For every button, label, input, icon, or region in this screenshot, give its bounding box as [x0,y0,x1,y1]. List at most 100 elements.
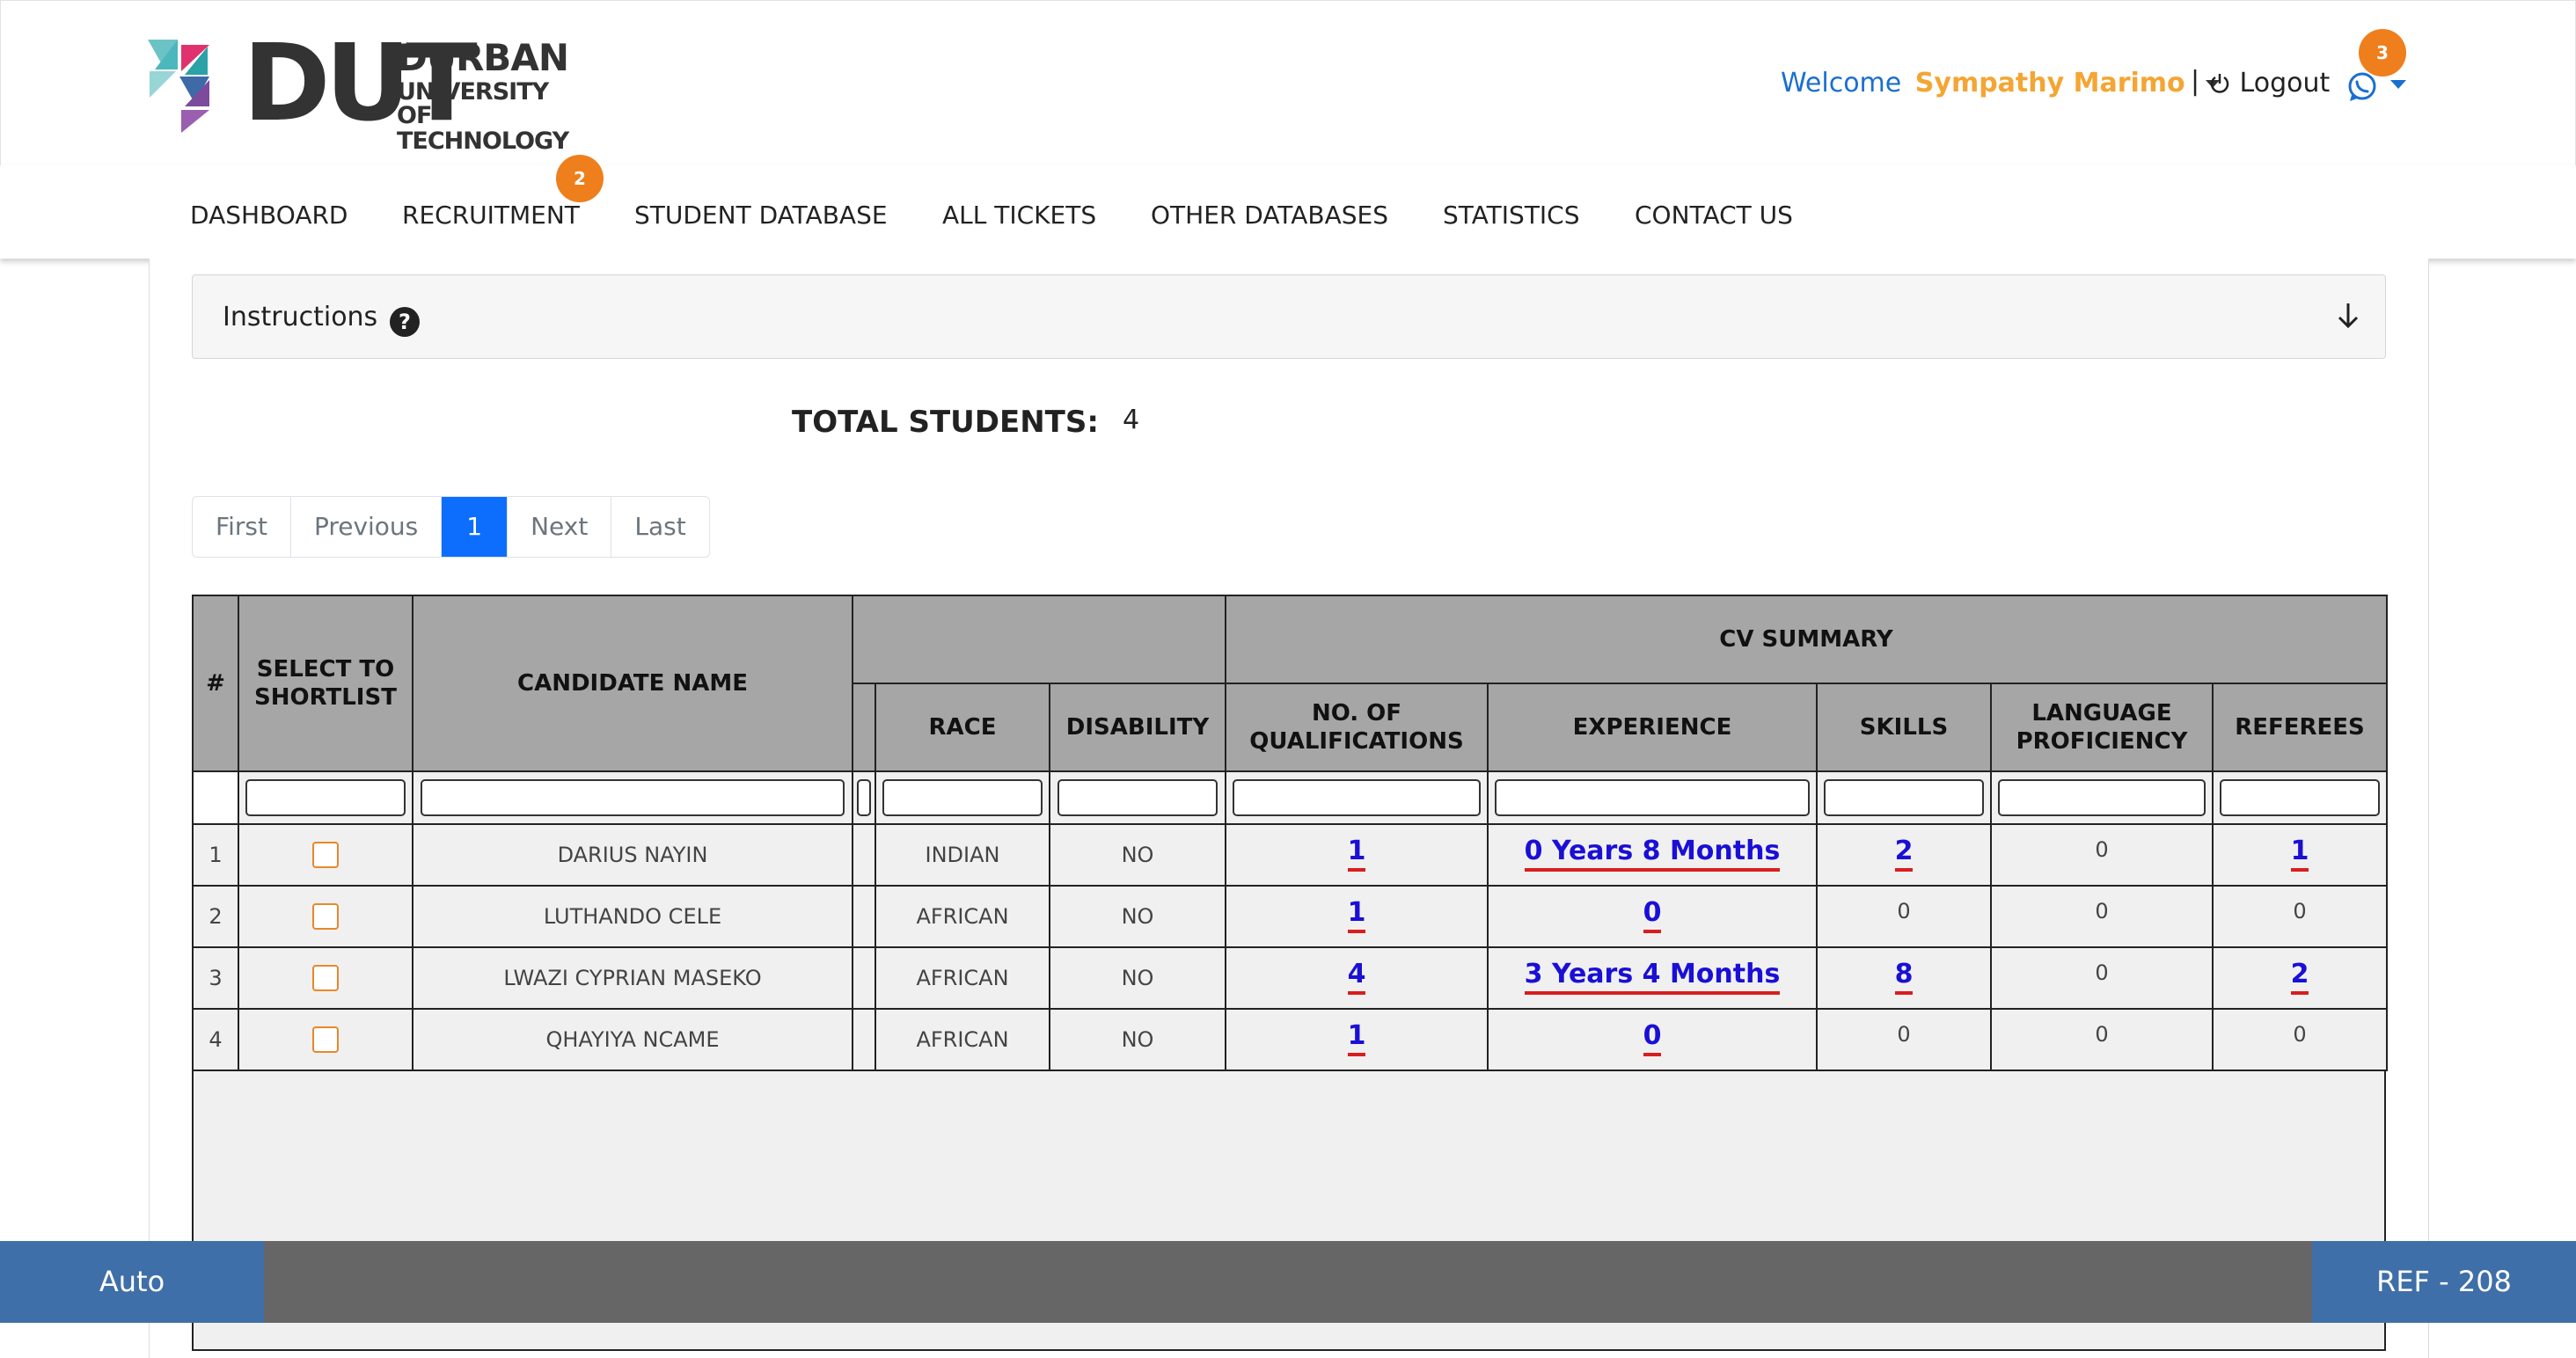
total-students-label: TOTAL STUDENTS: [792,405,1099,440]
table-row: 3 LWAZI CYPRIAN MASEKO AFRICAN NO 4 3 Ye… [192,946,2388,1010]
nav-dashboard[interactable]: DASHBOARD [190,201,348,230]
referees-cell: 0 [2212,1008,2388,1071]
experience-link[interactable]: 0 Years 8 Months [1524,838,1781,872]
candidates-table: # SELECT TO SHORTLIST CANDIDATE NAME CV … [192,595,2388,1071]
race-cell: INDIAN [875,823,1050,887]
race-cell: AFRICAN [875,1008,1050,1071]
referees-cell: 0 [2212,885,2388,948]
page-current[interactable]: 1 [442,497,509,557]
nav-recruitment[interactable]: RECRUITMENT [402,201,580,230]
referees-link[interactable]: 2 [2290,961,2309,995]
hidden-cell [852,1008,876,1071]
total-students-value: 4 [1123,405,1140,435]
whatsapp-dropdown-icon[interactable] [2390,80,2406,89]
user-name: Sympathy Marimo [1914,68,2185,99]
col-race: RACE [875,683,1050,772]
language-cell: 0 [1990,946,2214,1010]
race-cell: AFRICAN [875,885,1050,948]
user-menu-toggle[interactable]: Welcome Sympathy Marimo [1781,68,2221,99]
whatsapp-button[interactable] [2346,71,2378,106]
experience-link[interactable]: 0 [1643,1023,1662,1056]
candidate-name: DARIUS NAYIN [412,823,853,887]
table-row: 4 QHAYIYA NCAME AFRICAN NO 1 0 0 0 0 [192,1008,2388,1071]
logout-label: Logout [2239,68,2331,99]
help-icon[interactable]: ? [390,307,420,337]
col-group-blank [852,595,1226,684]
filter-candidate-name[interactable] [421,779,845,816]
nav-other-databases[interactable]: OTHER DATABASES [1151,201,1388,230]
col-qualifications: NO. OF QUALIFICATIONS [1225,683,1489,772]
welcome-text: Welcome [1781,68,1902,99]
shortlist-checkbox[interactable] [312,1026,339,1053]
col-disability: DISABILITY [1049,683,1226,772]
qualifications-link[interactable]: 4 [1347,961,1366,995]
page-first[interactable]: First [193,497,291,557]
col-language: LANGUAGE PROFICIENCY [1990,683,2214,772]
cv-summary-header: CV SUMMARY [1225,595,2388,684]
table-row: 2 LUTHANDO CELE AFRICAN NO 1 0 0 0 0 [192,885,2388,948]
experience-link[interactable]: 0 [1643,900,1662,933]
filter-row [192,770,2388,825]
skills-link[interactable]: 2 [1894,838,1914,872]
filter-skills[interactable] [1824,779,1984,816]
disability-cell: NO [1049,885,1226,948]
shortlist-checkbox[interactable] [312,842,339,868]
filter-qualifications[interactable] [1233,779,1481,816]
nav-student-database[interactable]: STUDENT DATABASE [634,201,888,230]
filter-language[interactable] [1998,779,2206,816]
nav-all-tickets[interactable]: ALL TICKETS [942,201,1096,230]
disability-cell: NO [1049,823,1226,887]
language-cell: 0 [1990,885,2214,948]
page-previous[interactable]: Previous [291,497,443,557]
row-num: 1 [192,823,239,887]
power-icon [2210,74,2229,93]
col-num: # [192,595,239,772]
skills-link[interactable]: 8 [1894,961,1914,995]
skills-cell: 0 [1816,885,1992,948]
filter-select[interactable] [245,779,406,816]
col-candidate-name: CANDIDATE NAME [412,595,853,772]
instructions-label: Instructions [223,302,378,332]
filter-referees[interactable] [2220,779,2380,816]
qualifications-link[interactable]: 1 [1347,900,1366,933]
col-hidden [852,683,876,772]
header-separator: | [2191,66,2200,97]
top-header: DUT DURBAN UNIVERSITY OF TECHNOLOGY Welc… [0,0,2576,167]
col-select: SELECT TO SHORTLIST [238,595,413,772]
referees-link[interactable]: 1 [2290,838,2309,872]
nav-statistics[interactable]: STATISTICS [1443,201,1580,230]
auto-button[interactable]: Auto [0,1241,264,1323]
instructions-accordion[interactable]: Instructions ? [192,274,2386,359]
whatsapp-badge: 3 [2359,29,2406,77]
arrow-down-icon[interactable] [2331,298,2366,337]
logo-subtitle: DURBAN UNIVERSITY OF TECHNOLOGY [397,36,569,155]
row-num: 3 [192,946,239,1010]
row-num: 2 [192,885,239,948]
filter-experience[interactable] [1495,779,1810,816]
qualifications-link[interactable]: 1 [1347,1023,1366,1056]
candidate-name: LUTHANDO CELE [412,885,853,948]
shortlist-checkbox[interactable] [312,965,339,991]
col-experience: EXPERIENCE [1487,683,1818,772]
experience-link[interactable]: 3 Years 4 Months [1524,961,1781,995]
nav-contact-us[interactable]: CONTACT US [1635,201,1793,230]
logout-button[interactable]: Logout [2208,68,2330,99]
logo-triangles-icon [148,40,209,133]
table-row: 1 DARIUS NAYIN INDIAN NO 1 0 Years 8 Mon… [192,823,2388,887]
dut-logo[interactable]: DUT DURBAN UNIVERSITY OF TECHNOLOGY [146,32,569,153]
main-nav: DASHBOARD RECRUITMENT 2 STUDENT DATABASE… [0,155,2576,259]
disability-cell: NO [1049,946,1226,1010]
filter-race[interactable] [882,779,1043,816]
filter-cell-num [192,770,239,825]
filter-hidden[interactable] [857,779,871,816]
qualifications-link[interactable]: 1 [1347,838,1366,872]
shortlist-checkbox[interactable] [312,903,339,930]
whatsapp-icon [2348,72,2376,101]
page-last[interactable]: Last [611,497,708,557]
filter-disability[interactable] [1057,779,1218,816]
hidden-cell [852,823,876,887]
pagination: First Previous 1 Next Last [192,496,710,558]
page-next[interactable]: Next [508,497,612,557]
row-num: 4 [192,1008,239,1071]
hidden-cell [852,946,876,1010]
